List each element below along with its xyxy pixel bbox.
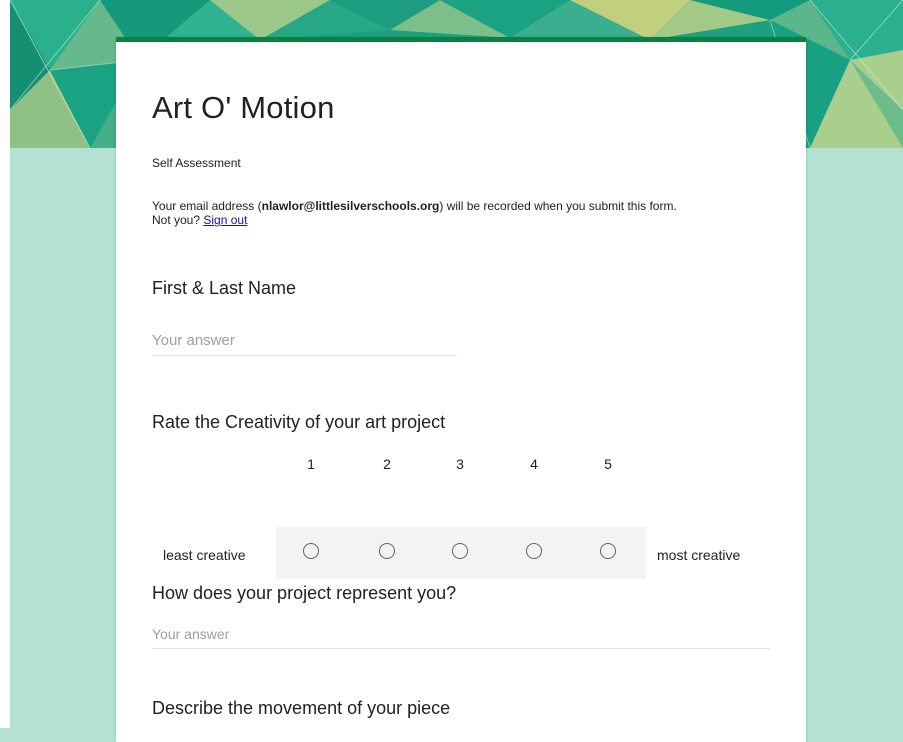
- page-left-edge: [0, 0, 10, 728]
- scale-min-label: least creative: [163, 547, 246, 563]
- not-you-text: Not you?: [152, 213, 201, 227]
- scale-radio-2[interactable]: [379, 543, 395, 559]
- scale-max-label: most creative: [657, 547, 741, 563]
- represent-answer-input[interactable]: [152, 626, 770, 649]
- scale-radio-1[interactable]: [303, 543, 319, 559]
- scale-radio-5[interactable]: [600, 543, 616, 559]
- question-movement-title: Describe the movement of your piece: [152, 698, 451, 718]
- scale-label-3: 3: [456, 456, 464, 472]
- email-notice-prefix: Your email address (: [152, 199, 262, 213]
- form-card: Art O' Motion Self Assessment Your email…: [116, 37, 806, 742]
- scale-label-1: 1: [307, 456, 315, 472]
- sign-out-link[interactable]: Sign out: [203, 213, 247, 227]
- question-name-title: First & Last Name: [152, 278, 297, 298]
- form-title: Art O' Motion: [152, 90, 335, 125]
- user-email: nlawlor@littlesilverschools.org: [261, 199, 440, 213]
- email-notice: Your email address (nlawlor@littlesilver…: [152, 199, 772, 227]
- form-description: Self Assessment: [152, 156, 241, 170]
- question-represent-title: How does your project represent you?: [152, 583, 457, 603]
- scale-label-4: 4: [530, 456, 538, 472]
- scale-label-2: 2: [383, 456, 391, 472]
- name-answer-input[interactable]: [152, 332, 457, 356]
- scale-radio-4[interactable]: [526, 543, 542, 559]
- scale-radio-3[interactable]: [452, 543, 468, 559]
- email-notice-suffix: ) will be recorded when you submit this …: [439, 199, 677, 213]
- question-creativity-title: Rate the Creativity of your art project: [152, 412, 446, 432]
- scale-label-5: 5: [604, 456, 612, 472]
